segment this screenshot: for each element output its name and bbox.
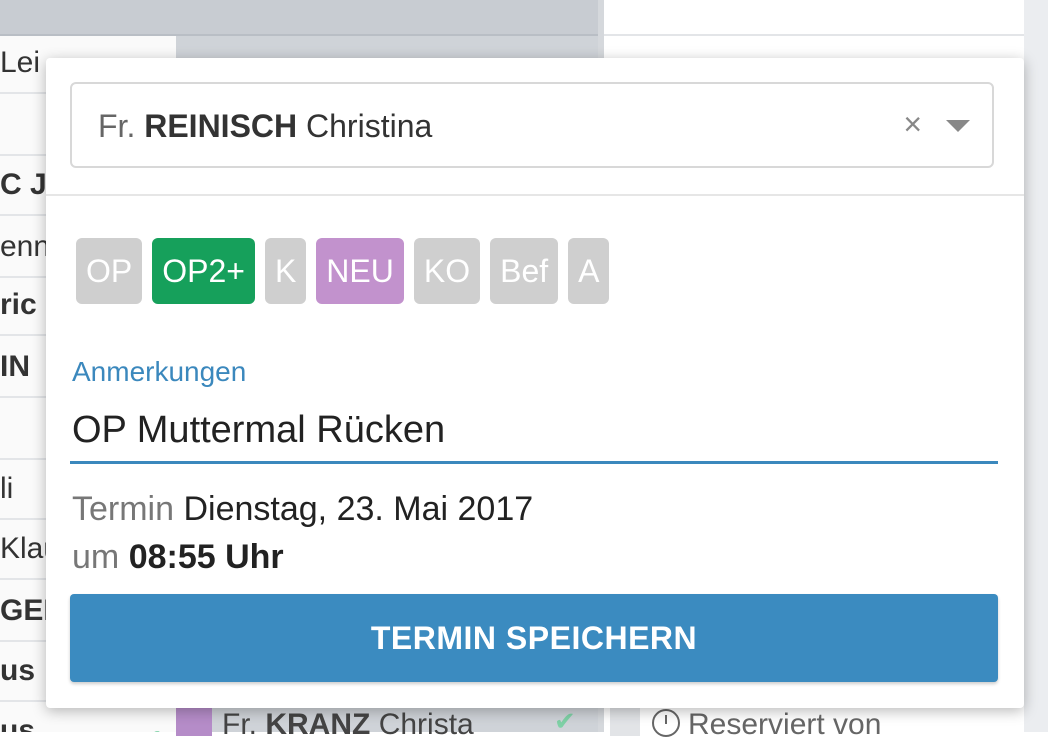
patient-first-name: Christina (306, 108, 433, 144)
appointment-time-label: um (72, 538, 120, 576)
appointment-type-tags: OP OP2+ K NEU KO Bef A (76, 238, 610, 304)
clock-icon (652, 709, 680, 737)
tag-ko[interactable]: KO (413, 238, 481, 304)
background-column-header (0, 0, 176, 36)
appointment-time-value: 08:55 Uhr (128, 538, 284, 576)
save-appointment-button[interactable]: TERMIN SPEICHERN (70, 594, 998, 682)
check-icon: ✔ (554, 706, 576, 736)
divider (46, 194, 1024, 196)
appointment-popup: Fr. REINISCH Christina × OP OP2+ K NEU KO Bef… (46, 58, 1024, 708)
patient-select[interactable]: Fr. REINISCH Christina × (70, 82, 994, 168)
tag-bef[interactable]: Bef (490, 238, 559, 304)
background-scroll-edge (1024, 0, 1048, 732)
tag-op[interactable]: OP (76, 238, 143, 304)
patient-salutation: Fr. (98, 108, 136, 144)
appointment-date: Termin Dienstag, 23. Mai 2017 (72, 490, 533, 529)
chevron-down-icon[interactable] (946, 120, 970, 132)
appointment-date-label: Termin (72, 490, 175, 528)
check-icon: ✔ (140, 710, 162, 732)
appointment-time: um 08:55 Uhr (72, 538, 284, 577)
appointment-date-value: Dienstag, 23. Mai 2017 (183, 490, 534, 528)
tag-op2plus[interactable]: OP2+ (152, 238, 255, 304)
tag-neu[interactable]: NEU (316, 238, 404, 304)
background-reserved-entry[interactable]: Reserviert von (652, 708, 881, 742)
notes-label: Anmerkungen (72, 356, 247, 387)
tag-a[interactable]: A (568, 238, 610, 304)
notes-input[interactable] (70, 400, 998, 464)
clear-icon[interactable]: × (903, 106, 922, 142)
patient-selected-value: Fr. REINISCH Christina (98, 108, 432, 145)
tag-k[interactable]: K (264, 238, 307, 304)
background-appointment-entry[interactable]: Fr. KRANZ Christa (222, 708, 474, 742)
patient-last-name: REINISCH (144, 108, 298, 144)
